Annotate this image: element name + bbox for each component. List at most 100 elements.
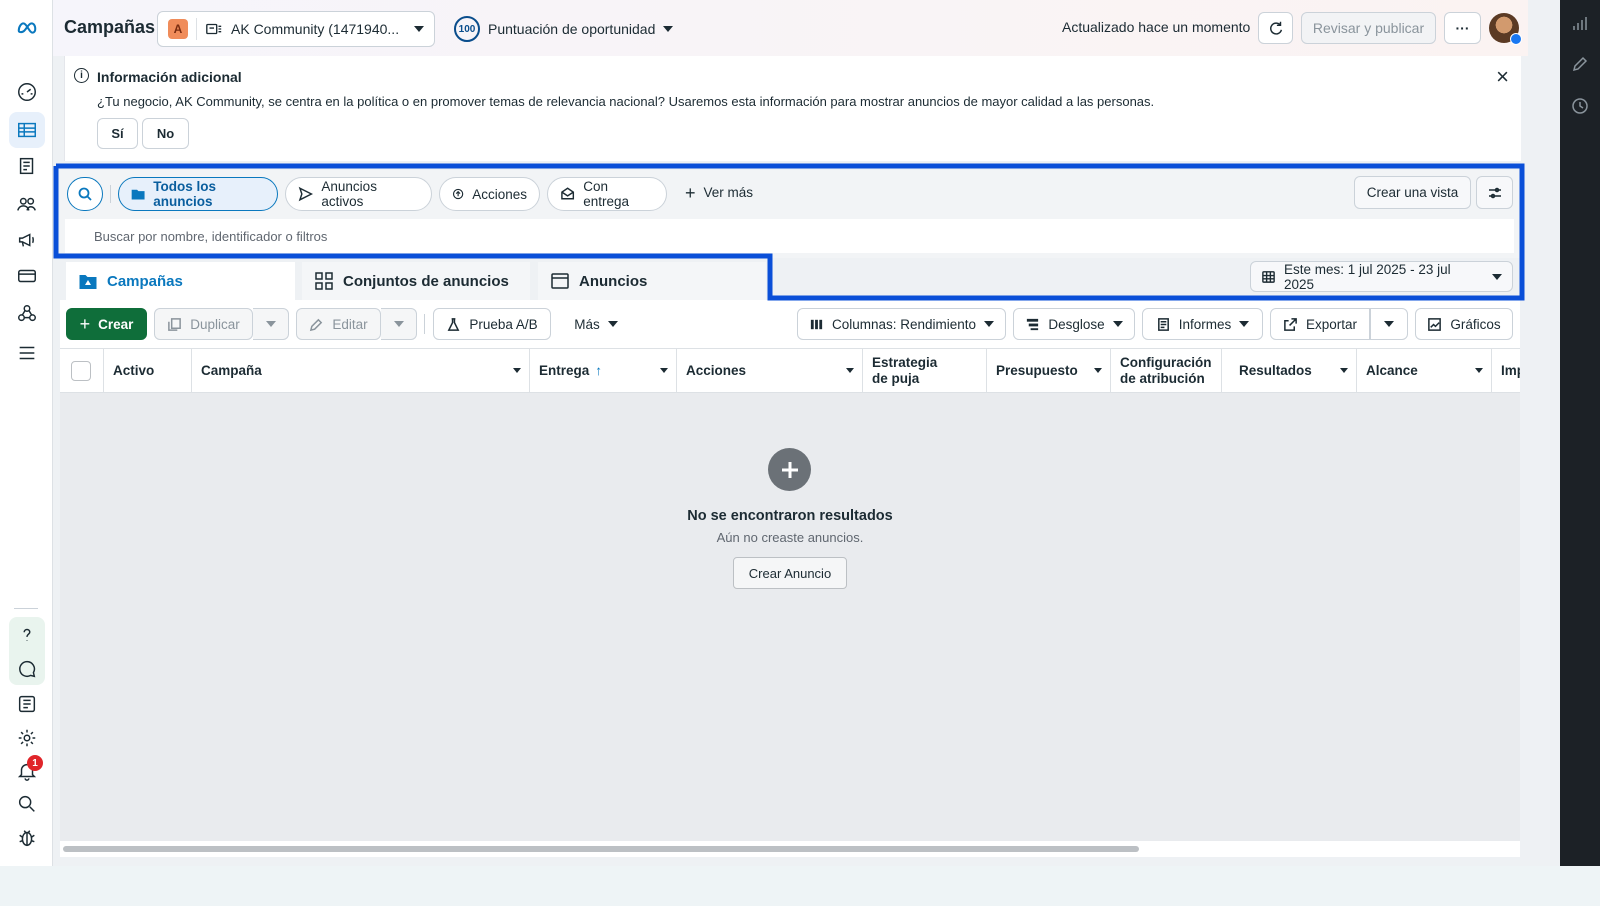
- duplicate-dropdown[interactable]: [253, 308, 289, 340]
- help-icon[interactable]: [9, 617, 45, 653]
- column-label: Resultados: [1239, 363, 1312, 378]
- columns-button[interactable]: Columnas: Rendimiento: [797, 308, 1006, 340]
- notifications-bell-icon[interactable]: 1: [9, 753, 45, 789]
- column-header-campaign[interactable]: Campaña: [192, 349, 530, 392]
- info-icon: i: [74, 68, 89, 83]
- date-range-picker[interactable]: Este mes: 1 jul 2025 - 23 jul 2025: [1250, 261, 1513, 292]
- columns-label: Columnas: Rendimiento: [831, 316, 977, 332]
- ad-account-icon: [206, 23, 222, 35]
- chevron-down-icon: [663, 26, 674, 32]
- tab-campaigns[interactable]: Campañas: [66, 262, 295, 300]
- plus-icon: +: [685, 182, 696, 203]
- megaphone-icon[interactable]: [9, 222, 45, 258]
- reports-button[interactable]: Informes: [1142, 308, 1263, 340]
- line-chart-icon: [1428, 317, 1442, 331]
- news-icon[interactable]: [9, 686, 45, 722]
- chart-bars-icon[interactable]: [1570, 14, 1590, 34]
- column-header-budget[interactable]: Presupuesto: [987, 349, 1111, 392]
- info-banner: i Información adicional ¿Tu negocio, AK …: [64, 56, 1521, 161]
- export-dropdown[interactable]: [1370, 308, 1408, 340]
- no-button[interactable]: No: [142, 118, 189, 149]
- updated-status: Actualizado hace un momento: [1062, 19, 1251, 35]
- chip-label: Anuncios activos: [321, 179, 377, 209]
- horizontal-scrollbar[interactable]: [60, 841, 1520, 857]
- chevron-down-icon[interactable]: [660, 368, 668, 373]
- search-toggle-button[interactable]: [67, 177, 103, 211]
- edit-label: Editar: [332, 316, 368, 332]
- menu-icon[interactable]: [9, 335, 45, 371]
- audiences-icon[interactable]: [9, 186, 45, 222]
- create-ad-button[interactable]: Crear Anuncio: [733, 557, 847, 589]
- search-input[interactable]: [65, 219, 1514, 253]
- duplicate-button[interactable]: Duplicar: [154, 308, 253, 340]
- refresh-button[interactable]: [1258, 12, 1293, 44]
- gauge-icon[interactable]: [9, 74, 45, 110]
- avatar[interactable]: [1489, 13, 1522, 45]
- pencil-icon[interactable]: [1570, 54, 1590, 74]
- account-selector[interactable]: A AK Community (1471940...: [157, 11, 435, 47]
- sort-up-icon[interactable]: ↑: [595, 363, 602, 379]
- chevron-down-icon[interactable]: [1340, 368, 1348, 373]
- chip-active-ads[interactable]: Anuncios activos: [285, 177, 432, 211]
- column-header-actions[interactable]: Acciones: [677, 349, 863, 392]
- more-button[interactable]: Más: [560, 308, 632, 340]
- charts-button[interactable]: Gráficos: [1415, 308, 1513, 340]
- column-header-active[interactable]: Activo: [104, 349, 192, 392]
- chevron-down-icon[interactable]: [846, 368, 854, 373]
- business-tools-icon[interactable]: [9, 296, 45, 332]
- search-icon[interactable]: [9, 786, 45, 822]
- edit-dropdown[interactable]: [381, 308, 417, 340]
- settings-gear-icon[interactable]: [9, 720, 45, 756]
- column-header-bid-strategy[interactable]: Estrategia de puja: [863, 349, 987, 392]
- chevron-down-icon[interactable]: [1094, 368, 1102, 373]
- column-label: Imp: [1501, 363, 1520, 378]
- billing-card-icon[interactable]: [9, 258, 45, 294]
- chat-icon[interactable]: [9, 651, 45, 687]
- chip-delivery[interactable]: Con entrega: [547, 177, 667, 211]
- column-header-results[interactable]: Resultados: [1222, 349, 1357, 392]
- column-label: Activo: [113, 363, 155, 378]
- chevron-down-icon[interactable]: [1475, 368, 1483, 373]
- scrollbar-thumb[interactable]: [63, 846, 1139, 852]
- column-header-delivery[interactable]: Entrega ↑: [530, 349, 677, 392]
- more-options-button[interactable]: ···: [1444, 12, 1481, 44]
- select-all-checkbox[interactable]: [71, 361, 91, 381]
- close-icon[interactable]: ×: [1496, 66, 1509, 88]
- review-publish-button[interactable]: Revisar y publicar: [1301, 12, 1436, 44]
- export-button[interactable]: Exportar: [1270, 308, 1370, 340]
- filter-settings-button[interactable]: [1476, 176, 1513, 209]
- column-label: Campaña: [201, 363, 262, 378]
- flask-icon: [447, 317, 460, 331]
- meta-logo-icon[interactable]: [9, 10, 45, 46]
- page-title: Campañas: [64, 17, 156, 37]
- chip-actions[interactable]: Acciones: [439, 177, 540, 211]
- tab-ads[interactable]: Anuncios: [538, 262, 766, 300]
- create-view-button[interactable]: Crear una vista: [1354, 176, 1471, 209]
- opportunity-score[interactable]: 100 Puntuación de oportunidad: [454, 16, 674, 42]
- bug-report-icon[interactable]: [9, 820, 45, 856]
- campaigns-table-icon[interactable]: [9, 112, 45, 148]
- column-header-attribution[interactable]: Configuración de atribución: [1111, 349, 1222, 392]
- ab-test-button[interactable]: Prueba A/B: [433, 308, 551, 340]
- column-label: Presupuesto: [996, 363, 1078, 378]
- breakdown-button[interactable]: Desglose: [1013, 308, 1135, 340]
- chevron-down-icon: [607, 321, 618, 327]
- charts-label: Gráficos: [1450, 316, 1501, 332]
- tab-ad-sets[interactable]: Conjuntos de anuncios: [302, 262, 530, 300]
- edit-button[interactable]: Editar: [296, 308, 381, 340]
- column-header-reach[interactable]: Alcance: [1357, 349, 1492, 392]
- column-label: Configuración de atribución: [1120, 355, 1212, 386]
- chevron-down-icon[interactable]: [513, 368, 521, 373]
- history-clock-icon[interactable]: [1570, 96, 1590, 116]
- yes-button[interactable]: Sí: [97, 118, 138, 149]
- date-range-label: Este mes: 1 jul 2025 - 23 jul 2025: [1284, 261, 1451, 292]
- create-button[interactable]: + Crear: [66, 308, 147, 340]
- chip-all-ads[interactable]: Todos los anuncios: [118, 177, 278, 211]
- folder-icon: [131, 189, 145, 200]
- chevron-down-icon: [1239, 321, 1250, 327]
- column-label: Entrega: [539, 363, 590, 378]
- chip-label: Con entrega: [583, 179, 630, 209]
- see-more-button[interactable]: + Ver más: [685, 182, 753, 203]
- pages-icon[interactable]: [9, 148, 45, 184]
- column-header-impressions[interactable]: Imp: [1492, 349, 1520, 392]
